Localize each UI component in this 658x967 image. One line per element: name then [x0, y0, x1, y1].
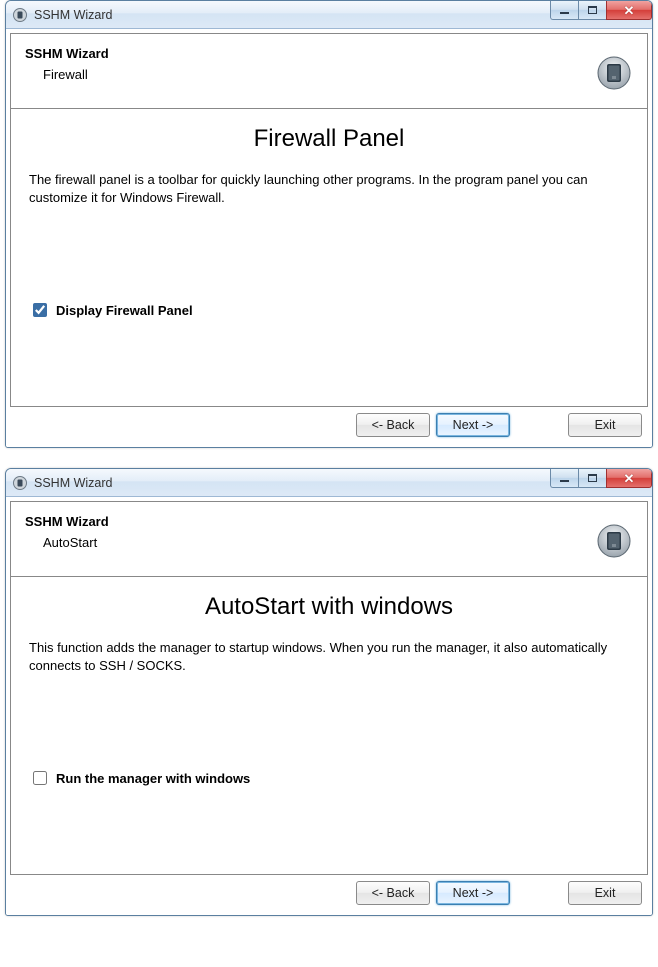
close-button[interactable]: ✕: [606, 1, 652, 20]
display-firewall-label[interactable]: Display Firewall Panel: [56, 303, 193, 318]
display-firewall-checkbox-row: Display Firewall Panel: [29, 300, 193, 320]
wizard-header-icon: [597, 56, 631, 90]
client-area: SSHM Wizard Firewall Fir: [6, 29, 652, 447]
run-manager-checkbox-row: Run the manager with windows: [29, 768, 250, 788]
back-button[interactable]: <- Back: [356, 881, 430, 905]
content-description: The firewall panel is a toolbar for quic…: [29, 171, 629, 206]
titlebar[interactable]: SSHM Wizard ✕: [6, 1, 652, 29]
exit-button[interactable]: Exit: [568, 413, 642, 437]
content-title: Firewall Panel: [29, 125, 629, 153]
run-manager-checkbox[interactable]: [33, 771, 47, 785]
app-icon: [12, 7, 28, 23]
wizard-header-title: SSHM Wizard: [25, 514, 633, 529]
window-controls: ✕: [550, 469, 652, 489]
window-title: SSHM Wizard: [34, 8, 112, 22]
titlebar[interactable]: SSHM Wizard ✕: [6, 469, 652, 497]
minimize-button[interactable]: [550, 1, 578, 20]
minimize-button[interactable]: [550, 469, 578, 488]
wizard-header-subtitle: AutoStart: [25, 535, 633, 550]
window-controls: ✕: [550, 1, 652, 21]
wizard-content: AutoStart with windows This function add…: [10, 577, 648, 875]
maximize-button[interactable]: [578, 1, 606, 20]
exit-button[interactable]: Exit: [568, 881, 642, 905]
close-button[interactable]: ✕: [606, 469, 652, 488]
nav-button-group: <- Back Next ->: [356, 881, 510, 905]
content-description: This function adds the manager to startu…: [29, 639, 629, 674]
nav-button-group: <- Back Next ->: [356, 413, 510, 437]
wizard-window-firewall: SSHM Wizard ✕ SSHM Wizard Firewall: [5, 0, 653, 448]
button-bar: <- Back Next -> Exit: [10, 407, 648, 443]
wizard-header-icon: [597, 524, 631, 558]
next-button[interactable]: Next ->: [436, 881, 510, 905]
button-bar: <- Back Next -> Exit: [10, 875, 648, 911]
app-icon: [12, 475, 28, 491]
wizard-header: SSHM Wizard Firewall: [10, 33, 648, 109]
display-firewall-checkbox[interactable]: [33, 303, 47, 317]
wizard-header-title: SSHM Wizard: [25, 46, 633, 61]
window-title: SSHM Wizard: [34, 476, 112, 490]
maximize-button[interactable]: [578, 469, 606, 488]
client-area: SSHM Wizard AutoStart Au: [6, 497, 652, 915]
run-manager-label[interactable]: Run the manager with windows: [56, 771, 250, 786]
next-button[interactable]: Next ->: [436, 413, 510, 437]
wizard-window-autostart: SSHM Wizard ✕ SSHM Wizard AutoStart: [5, 468, 653, 916]
wizard-header-subtitle: Firewall: [25, 67, 633, 82]
back-button[interactable]: <- Back: [356, 413, 430, 437]
content-title: AutoStart with windows: [29, 593, 629, 621]
wizard-content: Firewall Panel The firewall panel is a t…: [10, 109, 648, 407]
wizard-header: SSHM Wizard AutoStart: [10, 501, 648, 577]
